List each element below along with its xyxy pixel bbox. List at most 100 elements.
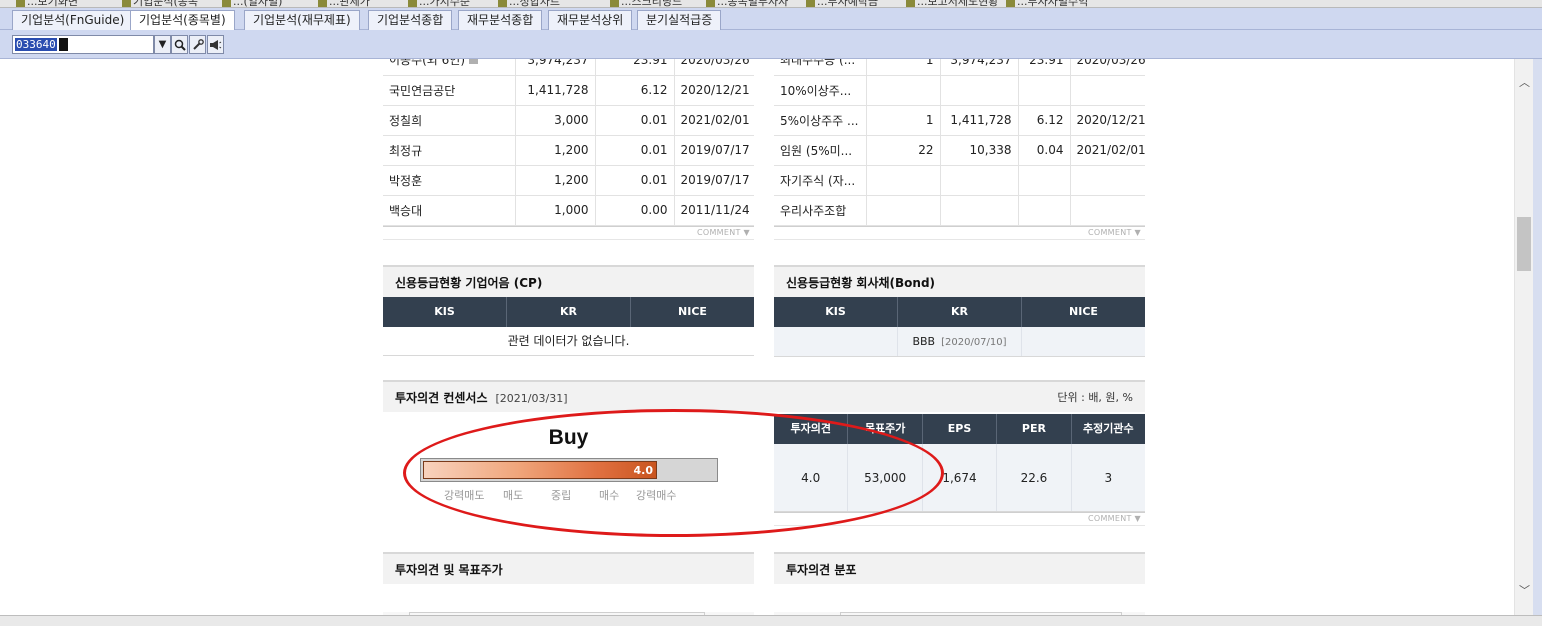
header-kis: KIS bbox=[774, 297, 898, 327]
table-row: 백승대 1,000 0.00 2011/11/24 bbox=[383, 195, 754, 226]
percent-cell: 6.12 bbox=[1018, 105, 1071, 136]
shares-cell bbox=[940, 75, 1019, 106]
date-cell: 2019/07/17 bbox=[674, 135, 754, 166]
window-tab[interactable]: ...종목별투자자 bbox=[706, 0, 788, 7]
shares-cell: 10,338 bbox=[940, 135, 1019, 166]
percent-cell: 0.01 bbox=[595, 165, 675, 196]
scale-label: 매수 bbox=[599, 489, 620, 502]
toolbar: 033640 ▼ bbox=[0, 30, 1542, 59]
date-cell bbox=[1070, 165, 1145, 196]
stock-code-value: 033640 bbox=[15, 38, 57, 51]
table-row: 국민연금공단 1,411,728 6.12 2020/12/21 bbox=[383, 75, 754, 106]
count-cell bbox=[866, 75, 941, 106]
shareholder-name: 백승대 bbox=[383, 195, 516, 226]
table-row: 박정훈 1,200 0.01 2019/07/17 bbox=[383, 165, 754, 196]
section-title: 투자의견 및 목표주가 bbox=[383, 552, 754, 584]
credit-bond-header: KIS KR NICE bbox=[774, 297, 1145, 327]
shares-cell bbox=[940, 165, 1019, 196]
content-area: 이동주(외 6인) 3,974,237 23.91 2020/03/26 국민연… bbox=[0, 59, 1514, 615]
wrench-icon[interactable] bbox=[189, 35, 206, 54]
eps-value: 1,674 bbox=[923, 444, 998, 511]
window-icon bbox=[222, 0, 231, 7]
date-cell: 2020/03/26 bbox=[1070, 59, 1145, 76]
window-tab[interactable]: ...투자자별수익 bbox=[1006, 0, 1088, 7]
shareholder-name: 최정규 bbox=[383, 135, 516, 166]
count-cell bbox=[866, 165, 941, 196]
consensus-row: 4.0 53,000 1,674 22.6 3 bbox=[774, 444, 1145, 512]
shareholder-name: 박정훈 bbox=[383, 165, 516, 196]
kis-grade bbox=[774, 327, 898, 356]
stock-code-input[interactable]: 033640 bbox=[12, 35, 154, 54]
tab-company-by-stock[interactable]: 기업분석(종목별) bbox=[130, 10, 235, 31]
table-row: 10%이상주... bbox=[774, 75, 1145, 106]
analyst-count-value: 3 bbox=[1104, 471, 1113, 485]
tab-fnguide[interactable]: 기업분석(FnGuide) bbox=[12, 10, 134, 30]
window-tab[interactable]: 기업분석(종목 bbox=[122, 0, 198, 7]
table-row: 자기주식 (자... bbox=[774, 165, 1145, 196]
comment-toggle[interactable]: COMMENT ▼ bbox=[774, 225, 1145, 240]
window-tab[interactable]: ...보고서제도현황 bbox=[906, 0, 998, 7]
holder-group-name: 10%이상주... bbox=[774, 75, 867, 106]
chevron-down-icon[interactable]: ▼ bbox=[154, 35, 171, 54]
date-cell: 2011/11/24 bbox=[674, 195, 754, 226]
comment-toggle[interactable]: COMMENT ▼ bbox=[383, 225, 754, 240]
holder-group-name: 우리사주조합 bbox=[774, 195, 867, 226]
percent-cell: 0.00 bbox=[595, 195, 675, 226]
percent-cell: 6.12 bbox=[595, 75, 675, 106]
window-tab[interactable]: ...가지수준 bbox=[408, 0, 470, 7]
shares-cell: 1,200 bbox=[515, 135, 596, 166]
opinion-word: Buy bbox=[548, 426, 589, 449]
shares-cell: 1,200 bbox=[515, 165, 596, 196]
speaker-icon[interactable] bbox=[207, 35, 224, 54]
scrollbar-thumb[interactable] bbox=[1517, 217, 1531, 271]
header-kis: KIS bbox=[383, 297, 507, 327]
magnifier-icon[interactable] bbox=[171, 35, 188, 54]
tab-financial-summary[interactable]: 재무분석종합 bbox=[458, 10, 543, 30]
shares-cell: 3,974,237 bbox=[940, 59, 1019, 76]
window-tab[interactable]: ...관제가 bbox=[318, 0, 370, 7]
status-strip bbox=[0, 615, 1542, 626]
tab-company-summary[interactable]: 기업분석종합 bbox=[368, 10, 453, 30]
header-kr: KR bbox=[507, 297, 631, 327]
shares-cell: 3,000 bbox=[515, 105, 596, 136]
count-cell: 1 bbox=[866, 105, 941, 136]
scroll-down-icon[interactable]: ﹀ bbox=[1515, 581, 1534, 601]
holder-group-name: 5%이상주주 ... bbox=[774, 105, 867, 136]
window-icon bbox=[16, 0, 25, 7]
date-cell: 2019/07/17 bbox=[674, 165, 754, 196]
window-icon bbox=[318, 0, 327, 7]
date-cell: 2020/03/26 bbox=[674, 59, 754, 76]
consensus-header: 투자의견 목표주가 EPS PER 추정기관수 bbox=[774, 414, 1145, 444]
tab-bar: 기업분석(FnGuide) 기업분석(종목별) 기업분석(재무제표) 기업분석종… bbox=[0, 8, 1542, 31]
table-row: 5%이상주주 ... 1 1,411,728 6.12 2020/12/21 bbox=[774, 105, 1145, 136]
header-eps: EPS bbox=[923, 414, 998, 444]
window-icon bbox=[408, 0, 417, 7]
tab-quarterly-surge[interactable]: 분기실적급증 bbox=[637, 10, 722, 30]
scale-label: 강력매도 bbox=[444, 489, 485, 502]
shareholders-table-left: 이동주(외 6인) 3,974,237 23.91 2020/03/26 국민연… bbox=[383, 59, 754, 240]
scroll-up-icon[interactable]: ︿ bbox=[1515, 73, 1534, 93]
shareholder-name[interactable]: 이동주(외 6인) bbox=[383, 59, 516, 76]
tab-financial-statements[interactable]: 기업분석(재무제표) bbox=[244, 10, 360, 30]
window-tab[interactable]: ...보기화면 bbox=[16, 0, 78, 7]
window-icon bbox=[906, 0, 915, 7]
percent-cell: 0.01 bbox=[595, 105, 675, 136]
comment-toggle[interactable]: COMMENT ▼ bbox=[774, 512, 1145, 526]
table-row: 이동주(외 6인) 3,974,237 23.91 2020/03/26 bbox=[383, 59, 754, 76]
opinion-gauge: Buy 4.0 강력매도 매도 중립 매수 강력매수 bbox=[383, 380, 754, 514]
gauge-value: 4.0 bbox=[633, 464, 654, 477]
window-tab[interactable]: ...정합차트 bbox=[498, 0, 560, 7]
credit-cp-panel: 신용등급현황 기업어음 (CP) KIS KR NICE 관련 데이터가 없습니… bbox=[383, 265, 754, 356]
table-row: 최대주주등 (... 1 3,974,237 23.91 2020/03/26 bbox=[774, 59, 1145, 76]
window-tab[interactable]: ...스크리닝드 bbox=[610, 0, 682, 7]
vertical-scrollbar[interactable]: ︿ ﹀ bbox=[1514, 59, 1533, 615]
percent-cell bbox=[1018, 195, 1071, 226]
shareholders-table-right: 최대주주등 (... 1 3,974,237 23.91 2020/03/26 … bbox=[774, 59, 1145, 240]
table-row: 정칠희 3,000 0.01 2021/02/01 bbox=[383, 105, 754, 136]
section-title: 신용등급현황 회사채(Bond) bbox=[774, 265, 1145, 297]
window-tab[interactable]: ...투자예탁금 bbox=[806, 0, 878, 7]
window-icon bbox=[806, 0, 815, 7]
expand-icon[interactable] bbox=[468, 59, 478, 65]
window-tab[interactable]: ...(일자별) bbox=[222, 0, 282, 7]
tab-financial-top[interactable]: 재무분석상위 bbox=[548, 10, 633, 30]
